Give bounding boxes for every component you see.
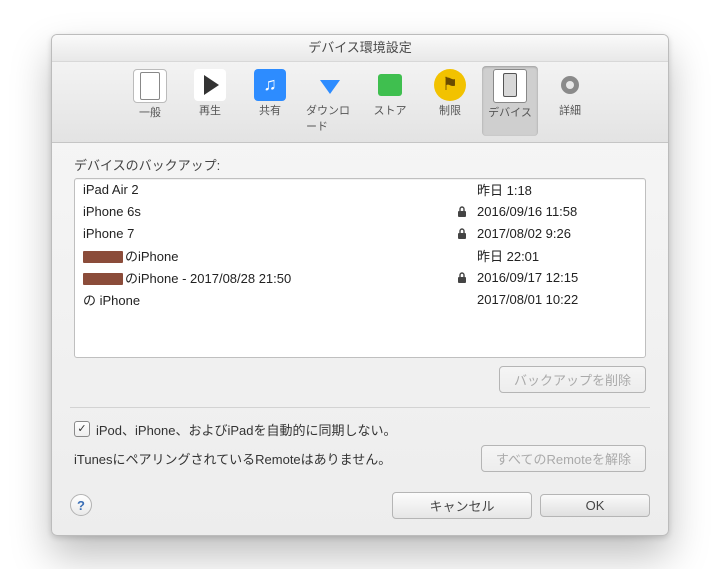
table-row[interactable]: iPad Air 2 昨日 1:18 xyxy=(75,179,645,201)
backup-date: 2016/09/16 11:58 xyxy=(477,204,637,219)
lock-icon xyxy=(457,206,477,218)
cancel-button[interactable]: キャンセル xyxy=(392,492,532,519)
forget-remotes-button[interactable]: すべてのRemoteを解除 xyxy=(481,445,646,472)
tab-sharing[interactable]: 共有 xyxy=(242,66,298,136)
remote-status-text: iTunesにペアリングされているRemoteはありません。 xyxy=(74,449,469,468)
table-row[interactable]: の iPhone 2017/08/01 10:22 xyxy=(75,289,645,311)
tab-devices[interactable]: デバイス xyxy=(482,66,538,136)
gear-icon xyxy=(554,69,586,101)
lock-icon xyxy=(457,228,477,240)
backup-date: 2016/09/17 12:15 xyxy=(477,270,637,285)
tab-playback[interactable]: 再生 xyxy=(182,66,238,136)
backup-date: 2017/08/02 9:26 xyxy=(477,226,637,241)
table-row[interactable]: iPhone 6s 2016/09/16 11:58 xyxy=(75,201,645,223)
backup-date: 2017/08/01 10:22 xyxy=(477,292,637,307)
ok-button[interactable]: OK xyxy=(540,494,650,517)
table-row[interactable]: のiPhone - 2017/08/28 21:50 2016/09/17 12:… xyxy=(75,267,645,289)
device-icon xyxy=(493,69,527,103)
backup-date: 昨日 22:01 xyxy=(477,246,637,265)
content-area: デバイスのバックアップ: iPad Air 2 昨日 1:18 iPhone 6s 2… xyxy=(52,143,668,478)
footer: ? キャンセル OK xyxy=(52,478,668,535)
prevent-sync-checkbox[interactable] xyxy=(74,421,90,437)
backup-list[interactable]: iPad Air 2 昨日 1:18 iPhone 6s 2016/09/16 11:… xyxy=(74,178,646,358)
download-icon xyxy=(314,69,346,101)
backup-name: iPad Air 2 xyxy=(83,182,457,197)
store-icon xyxy=(374,69,406,101)
tab-store[interactable]: ストア xyxy=(362,66,418,136)
separator xyxy=(70,407,650,408)
backup-name: のiPhone xyxy=(83,246,457,265)
backup-name: iPhone 7 xyxy=(83,226,457,241)
remote-row: iTunesにペアリングされているRemoteはありません。 すべてのRemot… xyxy=(74,445,646,472)
tab-downloads[interactable]: ダウンロード xyxy=(302,66,358,136)
backup-date: 昨日 1:18 xyxy=(477,180,637,199)
play-icon xyxy=(194,69,226,101)
help-button[interactable]: ? xyxy=(70,494,92,516)
table-row[interactable]: iPhone 7 2017/08/02 9:26 xyxy=(75,223,645,245)
tab-restrictions[interactable]: 制限 xyxy=(422,66,478,136)
prevent-sync-label: iPod、iPhone、およびiPadを自動的に同期しない。 xyxy=(96,420,397,439)
backup-name: iPhone 6s xyxy=(83,204,457,219)
restrict-icon xyxy=(434,69,466,101)
tab-advanced[interactable]: 詳細 xyxy=(542,66,598,136)
window-title: デバイス環境設定 xyxy=(52,35,668,62)
prevent-sync-row: iPod、iPhone、およびiPadを自動的に同期しない。 xyxy=(74,420,646,439)
general-icon xyxy=(133,69,167,103)
delete-backup-button[interactable]: バックアップを削除 xyxy=(499,366,646,393)
preferences-window: デバイス環境設定 一般 再生 共有 ダウンロード ストア 制限 デバイス xyxy=(51,34,669,536)
backup-name: のiPhone - 2017/08/28 21:50 xyxy=(83,268,457,287)
table-row[interactable]: のiPhone 昨日 22:01 xyxy=(75,245,645,267)
toolbar: 一般 再生 共有 ダウンロード ストア 制限 デバイス xyxy=(52,62,668,143)
backup-name: の iPhone xyxy=(83,290,457,309)
lock-icon xyxy=(457,272,477,284)
share-icon xyxy=(254,69,286,101)
backup-section-label: デバイスのバックアップ: xyxy=(74,155,646,174)
tab-general[interactable]: 一般 xyxy=(122,66,178,136)
